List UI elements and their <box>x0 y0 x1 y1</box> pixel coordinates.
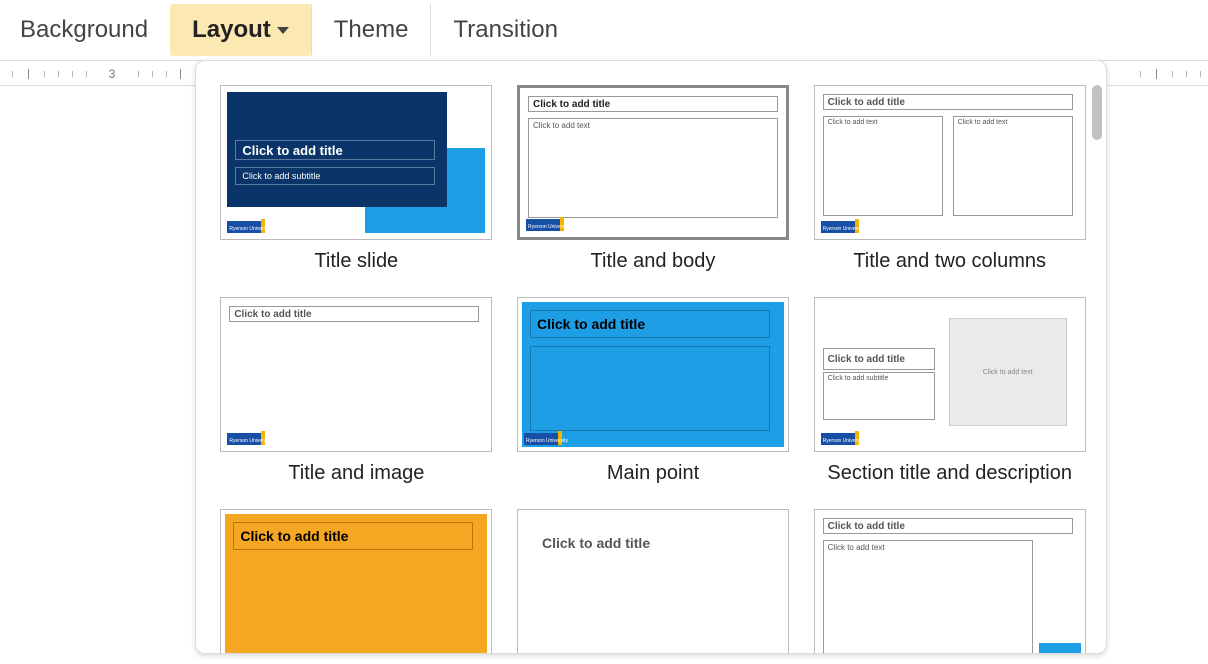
transition-menu[interactable]: Transition <box>430 4 579 56</box>
ruler-number: 3 <box>109 67 116 81</box>
placeholder-title: Click to add title <box>823 94 1073 110</box>
layout-option-orange[interactable]: Click to add title <box>220 509 493 654</box>
layout-thumb: Click to add title Click to add text <box>814 509 1086 654</box>
layout-menu-label: Layout <box>192 16 271 44</box>
layout-thumb: Click to add title Click to add text Cli… <box>814 85 1086 240</box>
layout-label: Section title and description <box>827 462 1072 485</box>
logo-text: Ryerson University <box>528 225 570 230</box>
layout-option-section-title-desc[interactable]: Click to add title Click to add subtitle… <box>813 297 1086 485</box>
layout-thumb: Click to add title <box>220 509 492 654</box>
placeholder-body <box>530 346 770 431</box>
layout-option-main-point[interactable]: Click to add title Ryerson University Ma… <box>517 297 790 485</box>
layout-option-title-image[interactable]: Click to add title Ryerson University Ti… <box>220 297 493 485</box>
layout-thumb: Click to add title Click to add subtitle… <box>814 297 1086 452</box>
layout-thumb: Click to add title Ryerson University <box>517 297 789 452</box>
layout-label: Title and two columns <box>853 250 1046 273</box>
theme-menu[interactable]: Theme <box>311 4 431 56</box>
layout-label: Main point <box>607 462 699 485</box>
placeholder-title: Click to add title <box>823 518 1073 534</box>
placeholder-text: Click to add text <box>953 116 1073 216</box>
layout-option-title-body[interactable]: Click to add title Click to add text Rye… <box>517 85 790 273</box>
logo-text: Ryerson University <box>526 439 568 444</box>
layout-option-partial-8[interactable]: Click to add title <box>517 509 790 654</box>
layout-label: Title and image <box>288 462 424 485</box>
layout-grid: Click to add title Click to add subtitle… <box>220 85 1086 654</box>
layout-label: Title slide <box>314 250 398 273</box>
layout-thumb: Click to add title Ryerson University <box>220 297 492 452</box>
layout-option-two-columns[interactable]: Click to add title Click to add text Cli… <box>813 85 1086 273</box>
placeholder-title: Click to add title <box>538 532 728 554</box>
layout-menu[interactable]: Layout <box>170 4 311 56</box>
layout-option-partial-9[interactable]: Click to add title Click to add text <box>813 509 1086 654</box>
layout-thumb: Click to add title Click to add text Rye… <box>517 85 789 240</box>
logo-text: Ryerson University <box>823 227 865 232</box>
placeholder-title: Click to add title <box>530 310 770 338</box>
placeholder-title: Click to add title <box>233 522 473 550</box>
placeholder-title: Click to add title <box>235 140 435 160</box>
placeholder-title: Click to add title <box>823 348 935 370</box>
placeholder-text: Click to add text <box>949 318 1067 426</box>
logo-text: Ryerson University <box>229 227 271 232</box>
format-toolbar: Background Layout Theme Transition <box>0 0 1208 60</box>
placeholder-text: Click to add text <box>528 118 778 218</box>
layout-dropdown-panel: Click to add title Click to add subtitle… <box>195 60 1107 654</box>
placeholder-subtitle: Click to add subtitle <box>235 167 435 185</box>
placeholder-text: Click to add text <box>823 116 943 216</box>
chevron-down-icon <box>277 27 289 34</box>
background-menu[interactable]: Background <box>16 4 170 56</box>
placeholder-title: Click to add title <box>229 306 479 322</box>
placeholder-text: Click to add text <box>823 540 1033 654</box>
logo-text: Ryerson University <box>823 439 865 444</box>
layout-label: Title and body <box>591 250 716 273</box>
placeholder-title: Click to add title <box>528 96 778 112</box>
placeholder-subtitle: Click to add subtitle <box>823 372 935 420</box>
logo-text: Ryerson University <box>229 439 271 444</box>
layout-thumb: Click to add title Click to add subtitle… <box>220 85 492 240</box>
layout-option-title-slide[interactable]: Click to add title Click to add subtitle… <box>220 85 493 273</box>
scrollbar-thumb[interactable] <box>1092 85 1102 140</box>
layout-thumb: Click to add title <box>517 509 789 654</box>
